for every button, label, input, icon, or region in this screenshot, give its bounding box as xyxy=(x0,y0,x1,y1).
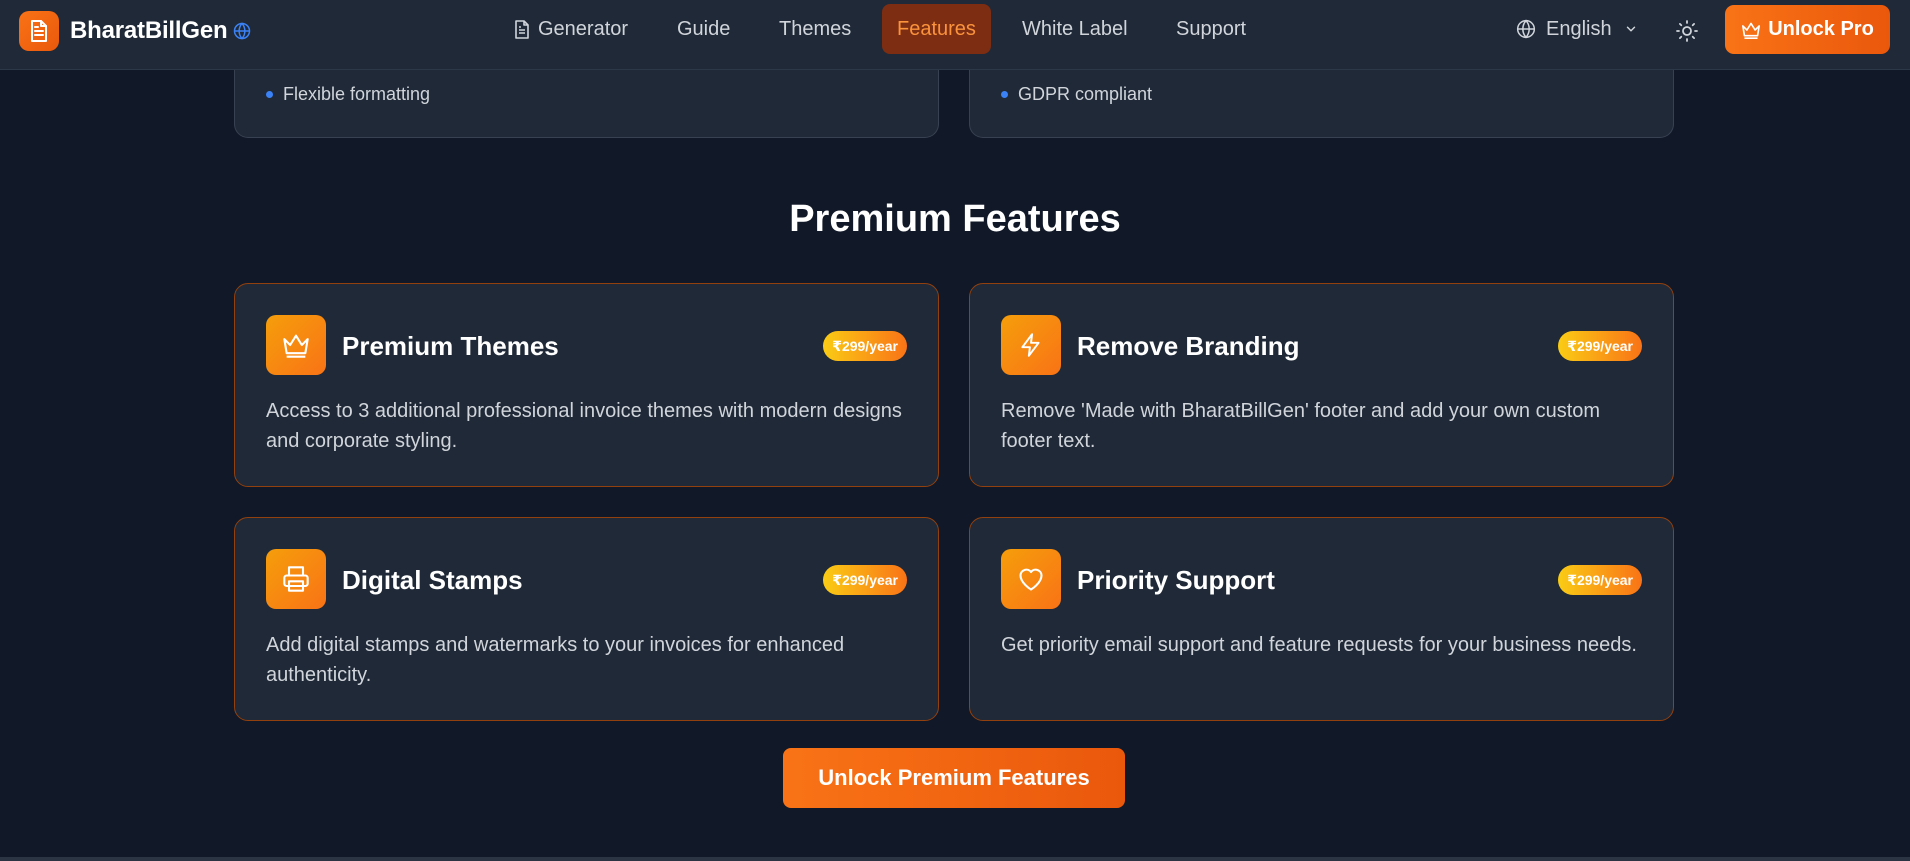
card-description: Remove 'Made with BharatBillGen' footer … xyxy=(1001,400,1601,452)
bullet-text: GDPR compliant xyxy=(1018,84,1153,104)
list-item: GDPR compliant xyxy=(1001,84,1152,105)
premium-card-stamps: Digital Stamps ₹299/year Add digital sta… xyxy=(234,517,939,721)
premium-card-branding: Remove Branding ₹299/year Remove 'Made w… xyxy=(969,283,1674,487)
price-badge: ₹299/year xyxy=(1558,331,1642,361)
premium-card-themes: Premium Themes ₹299/year Access to 3 add… xyxy=(234,283,939,487)
nav-label: Support xyxy=(1176,18,1247,40)
premium-card-support: Priority Support ₹299/year Get priority … xyxy=(969,517,1674,721)
nav-white-label[interactable]: White Label xyxy=(1007,4,1143,54)
top-navbar: BharatBillGen Generator Guide Themes Fea… xyxy=(0,0,1910,70)
card-description: Get priority email support and feature r… xyxy=(1001,634,1637,656)
nav-label: Generator xyxy=(538,18,629,40)
divider xyxy=(0,857,1910,861)
theme-toggle-sun-icon[interactable] xyxy=(1670,14,1704,48)
chevron-down-icon xyxy=(1624,22,1638,36)
crown-icon xyxy=(266,315,326,375)
lightning-icon xyxy=(1001,315,1061,375)
nav-label: Features xyxy=(897,18,976,40)
document-icon xyxy=(514,19,530,39)
card-title: Premium Themes xyxy=(342,331,559,361)
bullet-dot xyxy=(1001,91,1008,98)
language-label: English xyxy=(1546,17,1612,40)
price-badge: ₹299/year xyxy=(1558,565,1642,595)
nav-themes[interactable]: Themes xyxy=(764,4,866,54)
card-title: Priority Support xyxy=(1077,565,1275,595)
globe-icon xyxy=(1516,19,1536,39)
crown-icon xyxy=(1741,21,1761,39)
nav-label: Guide xyxy=(677,18,731,40)
card-title: Remove Branding xyxy=(1077,331,1300,361)
section-title: Premium Features xyxy=(789,198,1121,240)
nav-label: Themes xyxy=(779,18,852,40)
card-title: Digital Stamps xyxy=(342,565,523,595)
unlock-pro-label: Unlock Pro xyxy=(1768,18,1874,40)
price-badge: ₹299/year xyxy=(823,331,907,361)
nav-features[interactable]: Features xyxy=(882,4,991,54)
feature-card-partial: GDPR compliant xyxy=(969,70,1674,138)
unlock-premium-features-button[interactable]: Unlock Premium Features xyxy=(783,748,1125,808)
nav-support[interactable]: Support xyxy=(1161,4,1261,54)
bullet-dot xyxy=(266,91,273,98)
list-item: Flexible formatting xyxy=(266,84,430,105)
card-description: Add digital stamps and watermarks to you… xyxy=(266,634,845,686)
nav-generator[interactable]: Generator xyxy=(499,4,643,54)
nav-guide[interactable]: Guide xyxy=(662,4,745,54)
language-selector[interactable]: English xyxy=(1516,4,1638,54)
card-description: Access to 3 additional professional invo… xyxy=(266,400,902,452)
printer-icon xyxy=(266,549,326,609)
bullet-text: Flexible formatting xyxy=(283,84,431,104)
nav-label: White Label xyxy=(1022,18,1128,40)
feature-card-partial: Flexible formatting xyxy=(234,70,939,138)
heart-icon xyxy=(1001,549,1061,609)
unlock-pro-button[interactable]: Unlock Pro xyxy=(1725,5,1890,54)
price-badge: ₹299/year xyxy=(823,565,907,595)
